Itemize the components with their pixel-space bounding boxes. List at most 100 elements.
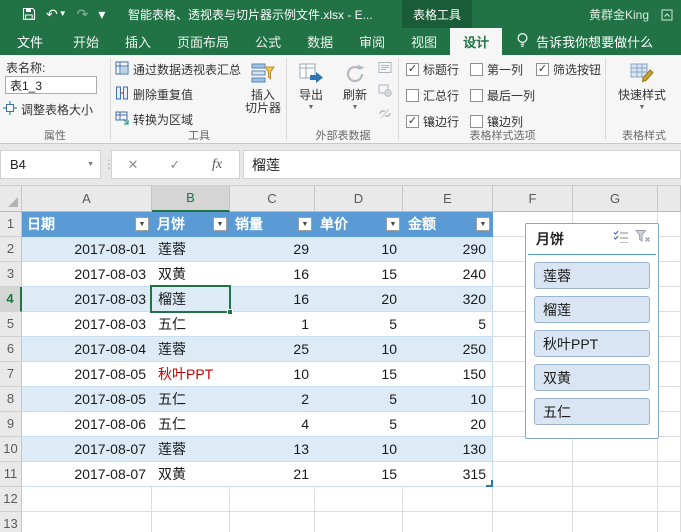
cell-H8[interactable] (658, 387, 681, 412)
enter-icon[interactable]: ✓ (154, 157, 196, 173)
cell-B7[interactable]: 秋叶PPT (152, 362, 230, 387)
slicer-item-双黄[interactable]: 双黄 (534, 364, 650, 391)
cell-C3[interactable]: 16 (230, 262, 315, 287)
checkbox-筛选按钮[interactable]: ✓筛选按钮 (536, 60, 601, 78)
checkbox-最后一列[interactable]: 最后一列 (470, 86, 535, 104)
cell-D10[interactable]: 10 (315, 437, 403, 462)
redo-button[interactable]: ↷ (77, 7, 89, 21)
cell-H6[interactable] (658, 337, 681, 362)
checkbox-box[interactable] (470, 63, 483, 76)
insert-function-icon[interactable]: fx (196, 157, 238, 173)
select-all-corner[interactable] (0, 186, 22, 212)
slicer-panel[interactable]: 月饼 莲蓉榴莲秋叶PPT双黄五仁 (525, 223, 659, 439)
cell-F11[interactable] (493, 462, 573, 487)
row-header-3[interactable]: 3 (0, 262, 22, 287)
checkbox-box[interactable] (406, 89, 419, 102)
cell-G13[interactable] (573, 512, 658, 532)
row-header-9[interactable]: 9 (0, 412, 22, 437)
tab-插入[interactable]: 插入 (112, 28, 164, 55)
cell-A2[interactable]: 2017-08-01 (22, 237, 152, 262)
cell-C13[interactable] (230, 512, 315, 532)
checkbox-box[interactable]: ✓ (536, 63, 549, 76)
name-box[interactable]: B4 ▼ (0, 150, 101, 179)
open-in-browser-icon[interactable] (378, 84, 392, 100)
cell-B10[interactable]: 莲蓉 (152, 437, 230, 462)
table-resize-handle[interactable] (486, 480, 493, 487)
slicer-item-秋叶PPT[interactable]: 秋叶PPT (534, 330, 650, 357)
cell-H5[interactable] (658, 312, 681, 337)
cell-D2[interactable]: 10 (315, 237, 403, 262)
cell-B4[interactable]: 榴莲 (152, 287, 230, 312)
cell-C5[interactable]: 1 (230, 312, 315, 337)
row-header-7[interactable]: 7 (0, 362, 22, 387)
undo-dropdown-icon[interactable]: ▼ (59, 10, 67, 18)
table-name-input[interactable] (5, 76, 97, 94)
row-header-4[interactable]: 4 (0, 287, 22, 312)
cell-E8[interactable]: 10 (403, 387, 493, 412)
cell-B6[interactable]: 莲蓉 (152, 337, 230, 362)
cell-D11[interactable]: 15 (315, 462, 403, 487)
cell-C11[interactable]: 21 (230, 462, 315, 487)
column-header-D[interactable]: D (315, 186, 403, 212)
cell-D3[interactable]: 15 (315, 262, 403, 287)
checkbox-box[interactable]: ✓ (406, 63, 419, 76)
cell-E3[interactable]: 240 (403, 262, 493, 287)
cell-E6[interactable]: 250 (403, 337, 493, 362)
cell-H9[interactable] (658, 412, 681, 437)
row-header-11[interactable]: 11 (0, 462, 22, 487)
cell-A13[interactable] (22, 512, 152, 532)
cell-G12[interactable] (573, 487, 658, 512)
cell-A11[interactable]: 2017-08-07 (22, 462, 152, 487)
cell-D9[interactable]: 5 (315, 412, 403, 437)
cell-B9[interactable]: 五仁 (152, 412, 230, 437)
row-header-8[interactable]: 8 (0, 387, 22, 412)
slicer-item-莲蓉[interactable]: 莲蓉 (534, 262, 650, 289)
filter-dropdown-icon[interactable]: ▼ (476, 217, 490, 231)
column-header-G[interactable]: G (573, 186, 658, 212)
checkbox-镶边列[interactable]: 镶边列 (470, 112, 535, 130)
formula-input[interactable]: 榴莲 (243, 150, 681, 179)
cell-A3[interactable]: 2017-08-03 (22, 262, 152, 287)
user-name[interactable]: 黄群金King (589, 0, 649, 28)
cell-E5[interactable]: 5 (403, 312, 493, 337)
cell-B3[interactable]: 双黄 (152, 262, 230, 287)
cell-D13[interactable] (315, 512, 403, 532)
cell-C2[interactable]: 29 (230, 237, 315, 262)
cell-C10[interactable]: 13 (230, 437, 315, 462)
cell-B5[interactable]: 五仁 (152, 312, 230, 337)
cell-H7[interactable] (658, 362, 681, 387)
cell-B13[interactable] (152, 512, 230, 532)
qat-customize-icon[interactable]: ▾ (98, 7, 105, 21)
cell-E11[interactable]: 315 (403, 462, 493, 487)
cell-B11[interactable]: 双黄 (152, 462, 230, 487)
tab-视图[interactable]: 视图 (398, 28, 450, 55)
table-header-日期[interactable]: 日期▼ (22, 212, 152, 237)
tab-审阅[interactable]: 审阅 (346, 28, 398, 55)
checkbox-box[interactable] (470, 115, 483, 128)
column-header-E[interactable]: E (403, 186, 493, 212)
cell-E4[interactable]: 320 (403, 287, 493, 312)
tab-开始[interactable]: 开始 (60, 28, 112, 55)
tab-公式[interactable]: 公式 (242, 28, 294, 55)
cell-D6[interactable]: 10 (315, 337, 403, 362)
save-icon[interactable] (22, 7, 36, 21)
table-header-月饼[interactable]: 月饼▼ (152, 212, 230, 237)
undo-button[interactable]: ↶▼ (46, 7, 67, 21)
column-header-B[interactable]: B (152, 186, 230, 212)
cell-H12[interactable] (658, 487, 681, 512)
cell-G10[interactable] (573, 437, 658, 462)
cell-E12[interactable] (403, 487, 493, 512)
cell-H13[interactable] (658, 512, 681, 532)
filter-dropdown-icon[interactable]: ▼ (135, 217, 149, 231)
cell-D4[interactable]: 20 (315, 287, 403, 312)
multi-select-icon[interactable] (613, 230, 629, 249)
remove-duplicates-button[interactable]: 删除重复值 (115, 84, 193, 104)
row-header-1[interactable]: 1 (0, 212, 22, 237)
row-header-10[interactable]: 10 (0, 437, 22, 462)
row-header-2[interactable]: 2 (0, 237, 22, 262)
cell-C6[interactable]: 25 (230, 337, 315, 362)
name-box-dropdown-icon[interactable]: ▼ (87, 161, 94, 168)
cell-C4[interactable]: 16 (230, 287, 315, 312)
cell-D7[interactable]: 15 (315, 362, 403, 387)
cell-D5[interactable]: 5 (315, 312, 403, 337)
